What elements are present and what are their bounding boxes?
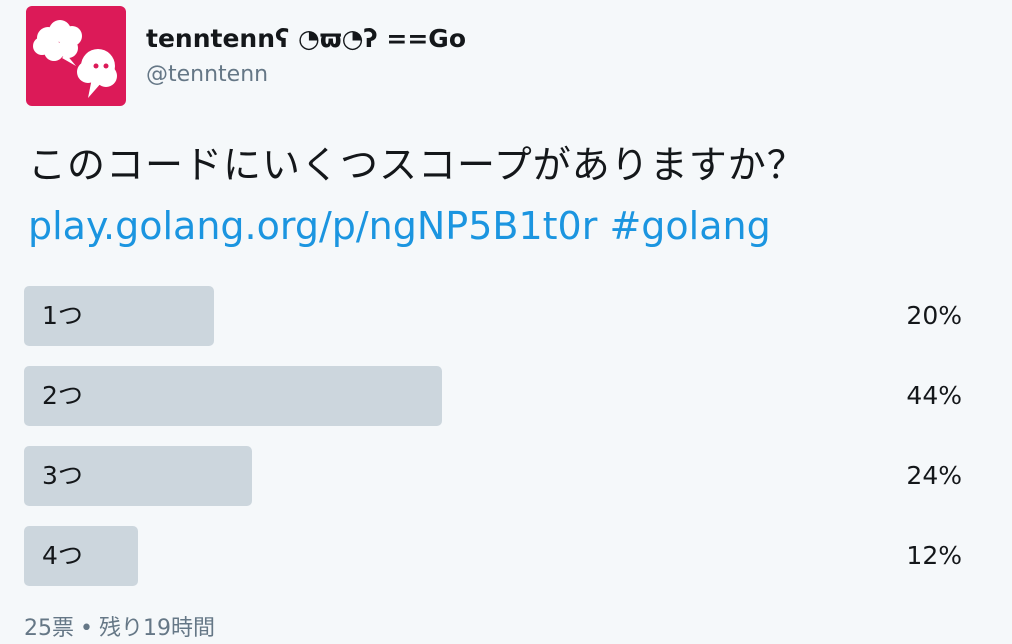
poll-option-label: 3つ [42, 461, 83, 490]
poll-option-percent: 20% [906, 301, 962, 330]
poll-bar [24, 366, 442, 426]
username-handle[interactable]: @tenntenn [146, 62, 268, 87]
poll-option-label: 4つ [42, 541, 83, 570]
poll-option-3[interactable]: 3つ 24% [24, 446, 974, 506]
poll-option-1[interactable]: 1つ 20% [24, 286, 974, 346]
separator-dot: • [80, 616, 93, 641]
tweet-card: tenntennʕ ◔ϖ◔ʔ ==Go @tenntenn このコードにいくつス… [0, 0, 1012, 644]
display-name[interactable]: tenntennʕ ◔ϖ◔ʔ ==Go [146, 24, 466, 53]
vote-count: 25票 [24, 616, 74, 641]
poll-option-percent: 24% [906, 461, 962, 490]
playground-link[interactable]: play.golang.org/p/ngNP5B1t0r [28, 204, 597, 248]
poll-option-percent: 44% [906, 381, 962, 410]
tweet-links: play.golang.org/p/ngNP5B1t0r #golang [28, 204, 771, 248]
poll-option-percent: 12% [906, 541, 962, 570]
tweet-text: このコードにいくつスコープがありますか？ [28, 143, 806, 187]
poll-option-label: 2つ [42, 381, 83, 410]
avatar[interactable] [26, 6, 126, 106]
poll: 1つ 20% 2つ 44% 3つ 24% 4つ 12% [24, 286, 974, 606]
poll-option-label: 1つ [42, 301, 83, 330]
poll-option-4[interactable]: 4つ 12% [24, 526, 974, 586]
poll-meta: 25票 • 残り19時間 [24, 610, 215, 642]
time-remaining: 残り19時間 [98, 616, 215, 641]
poll-option-2[interactable]: 2つ 44% [24, 366, 974, 426]
speech-bubbles-icon [33, 20, 117, 98]
hashtag-link[interactable]: #golang [609, 204, 770, 248]
